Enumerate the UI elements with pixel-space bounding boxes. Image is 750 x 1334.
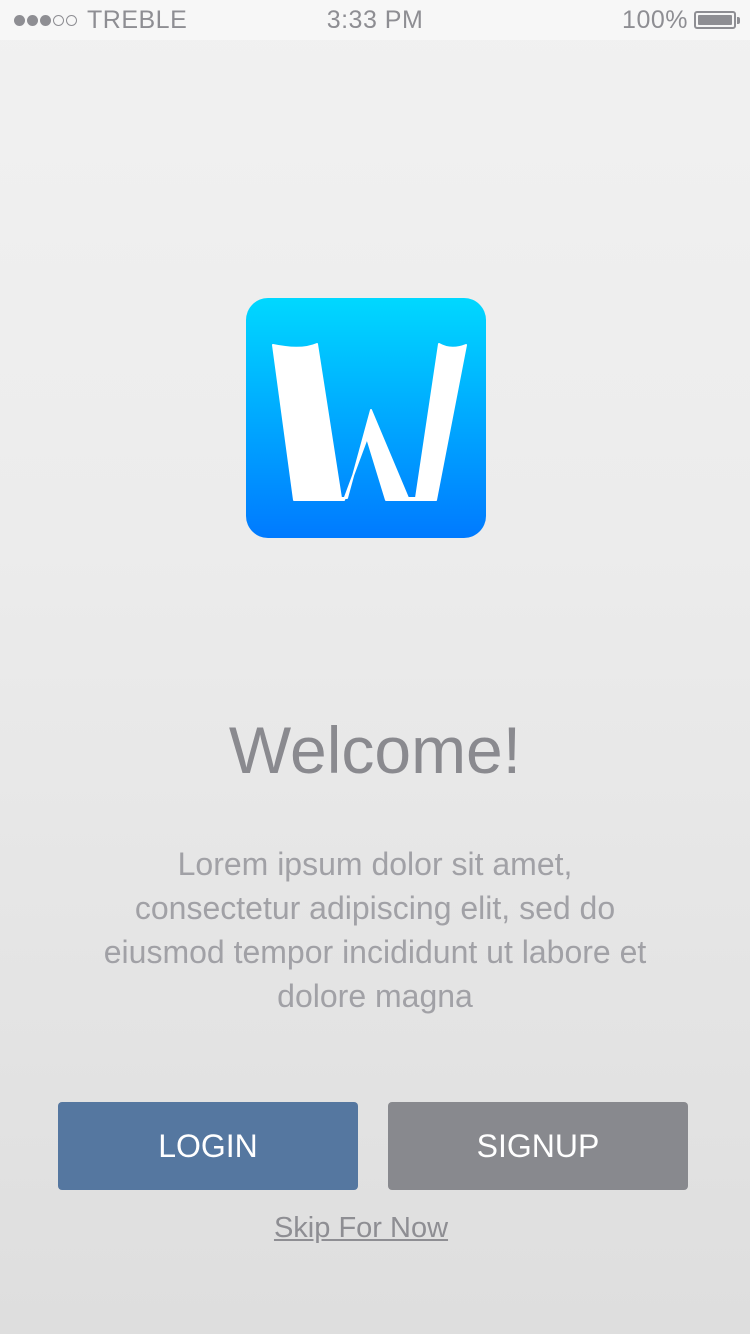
battery-icon [694,11,740,29]
battery-fill [698,15,732,25]
status-right: 100% [622,5,740,35]
signup-button[interactable]: SIGNUP [388,1102,688,1190]
skip-for-now-link[interactable]: Skip For Now [0,1212,722,1245]
welcome-description: Lorem ipsum dolor sit amet, consectetur … [103,846,647,1014]
login-button[interactable]: LOGIN [58,1102,358,1190]
battery-percent: 100% [622,5,688,34]
logo-letter-w-icon [272,343,467,501]
app-logo-icon [246,298,486,538]
status-bar: TREBLE 3:33 PM 100% [0,0,750,40]
welcome-title: Welcome! [228,713,522,787]
battery-cap [737,17,740,24]
